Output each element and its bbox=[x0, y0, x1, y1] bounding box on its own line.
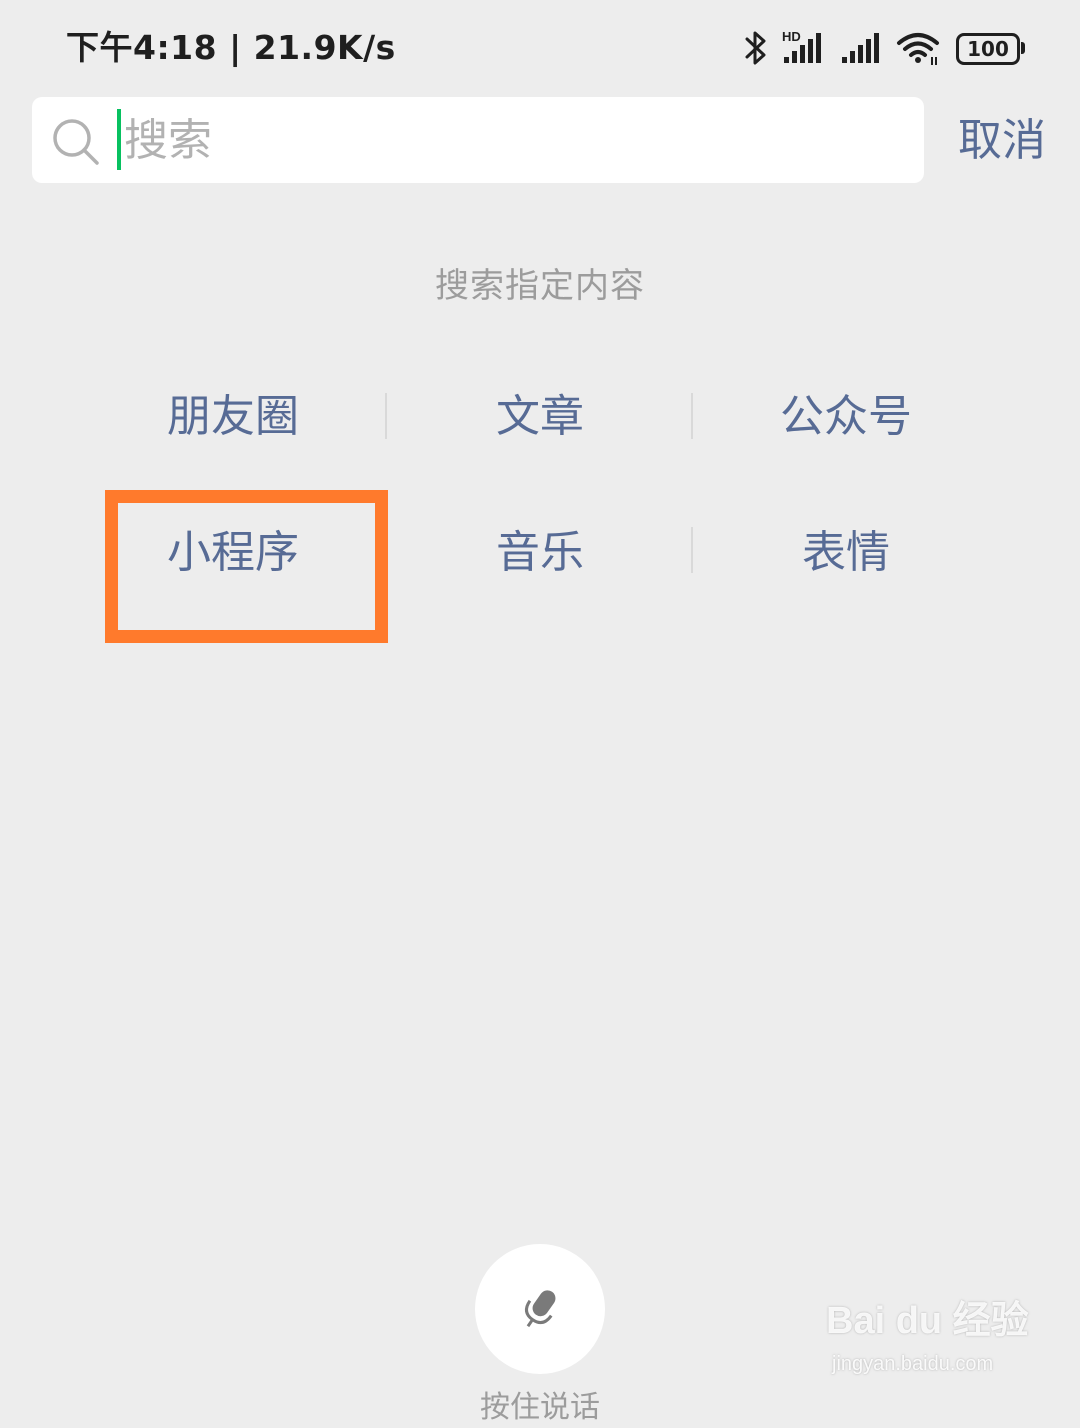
network-badge: HD bbox=[782, 29, 801, 44]
voice-label: 按住说话 bbox=[480, 1390, 600, 1425]
option-moments[interactable]: 朋友圈 bbox=[80, 377, 386, 457]
battery-icon: 100 bbox=[956, 33, 1025, 65]
option-official-accounts[interactable]: 公众号 bbox=[693, 377, 999, 457]
option-music[interactable]: 音乐 bbox=[387, 513, 693, 593]
text-caret bbox=[117, 109, 121, 170]
signal-icon bbox=[842, 33, 879, 63]
voice-button[interactable] bbox=[475, 1244, 605, 1374]
highlight-box bbox=[105, 490, 388, 643]
wifi-icon bbox=[897, 33, 939, 65]
status-time: 下午4:18 | 21.9K/s bbox=[66, 28, 396, 67]
status-icons: HD 100 bbox=[744, 26, 1025, 70]
search-input[interactable] bbox=[124, 109, 904, 171]
option-stickers[interactable]: 表情 bbox=[693, 513, 999, 593]
watermark: Bai du 经验 jingyan.baidu.com bbox=[826, 1286, 1036, 1386]
status-bar: 下午4:18 | 21.9K/s HD 100 bbox=[0, 0, 1080, 90]
watermark-url: jingyan.baidu.com bbox=[832, 1353, 994, 1375]
signal-hd-icon: HD bbox=[782, 29, 821, 63]
section-title: 搜索指定内容 bbox=[435, 266, 645, 306]
bluetooth-icon bbox=[745, 31, 766, 65]
cancel-button[interactable]: 取消 bbox=[946, 108, 1058, 174]
microphone-icon bbox=[525, 1290, 556, 1328]
option-articles[interactable]: 文章 bbox=[387, 377, 693, 457]
search-icon bbox=[53, 119, 99, 165]
watermark-logo: Bai du 经验 bbox=[826, 1300, 1029, 1342]
battery-level: 100 bbox=[967, 37, 1009, 61]
